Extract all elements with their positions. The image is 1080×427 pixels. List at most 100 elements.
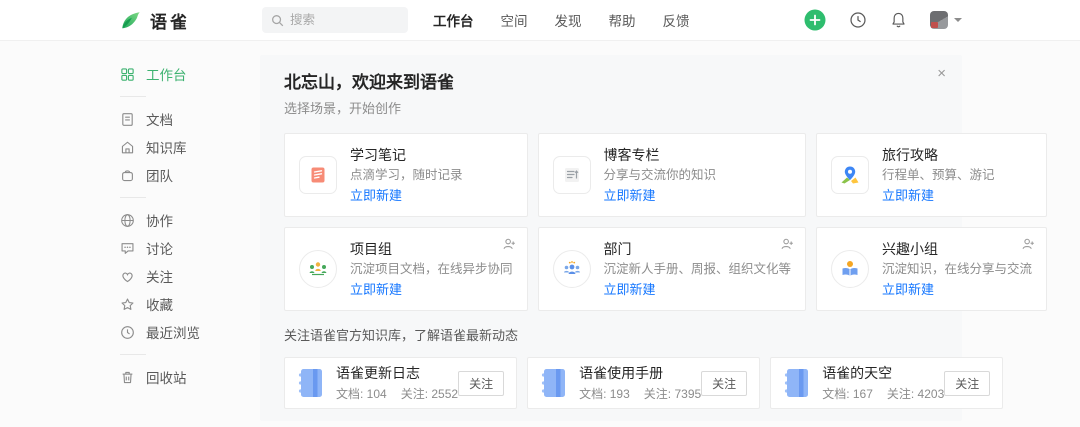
sidebar-item-discussions[interactable]: 讨论 — [120, 234, 270, 262]
follow-card-title: 语雀使用手册 — [579, 364, 664, 381]
sidebar-divider — [120, 197, 146, 198]
follow-card-changelog[interactable]: 语雀更新日志 文档: 104 关注: 2552 关注 — [284, 357, 518, 409]
clock-icon — [120, 325, 135, 340]
scenario-card-blog-column[interactable]: 博客专栏 分享与交流你的知识 立即新建 — [537, 133, 807, 217]
map-pin-icon — [831, 156, 870, 194]
scenario-card-study-notes[interactable]: 学习笔记 点滴学习，随时记录 立即新建 — [284, 133, 528, 217]
scenario-card-department[interactable]: 部门 沉淀新人手册、周报、组织文化等 立即新建 — [537, 227, 807, 311]
card-title: 兴趣小组 — [882, 240, 939, 257]
card-title: 项目组 — [350, 240, 392, 257]
sidebar-item-label: 关注 — [146, 270, 173, 285]
sidebar-item-label: 最近浏览 — [146, 326, 200, 341]
add-member-icon — [1021, 237, 1035, 251]
nav-discover[interactable]: 发现 — [555, 10, 582, 30]
create-now-link[interactable]: 立即新建 — [882, 282, 1032, 298]
scenario-card-travel-guide[interactable]: 旅行攻略 行程单、预算、游记 立即新建 — [816, 133, 1048, 217]
follow-card-stats: 文档: 104 关注: 2552 — [336, 385, 458, 402]
top-header: 语雀 工作台 空间 发现 帮助 反馈 — [0, 0, 1080, 41]
history-clock-icon[interactable] — [849, 11, 867, 29]
create-now-link[interactable]: 立即新建 — [604, 188, 717, 204]
red-notebook-icon — [299, 156, 337, 194]
blue-notebook-icon — [783, 367, 810, 399]
globe-icon — [120, 213, 135, 228]
sidebar-item-label: 知识库 — [146, 141, 187, 156]
docs-count: 文档: 104 — [336, 386, 387, 401]
followers-count: 关注: 2552 — [400, 386, 459, 401]
heart-icon — [120, 269, 135, 284]
card-title: 旅行攻略 — [882, 146, 939, 163]
reader-person-icon — [831, 250, 870, 288]
sidebar-item-teams[interactable]: 团队 — [120, 161, 270, 189]
follow-button[interactable]: 关注 — [701, 370, 748, 396]
org-people-icon — [299, 250, 337, 288]
close-icon[interactable]: × — [937, 66, 946, 81]
nav-workbench[interactable]: 工作台 — [433, 10, 474, 30]
follow-button[interactable]: 关注 — [944, 370, 991, 396]
search-input[interactable] — [290, 13, 399, 27]
followers-count: 关注: 7395 — [643, 386, 702, 401]
sidebar-item-recently-viewed[interactable]: 最近浏览 — [120, 318, 270, 346]
comment-icon — [120, 241, 135, 256]
create-plus-icon[interactable] — [804, 9, 826, 31]
scenario-card-grid: 学习笔记 点滴学习，随时记录 立即新建 博客专栏 分享与交流你的知识 立即新建 — [284, 133, 1048, 311]
sidebar-item-following[interactable]: 关注 — [120, 262, 270, 290]
nav-feedback[interactable]: 反馈 — [663, 10, 690, 30]
sidebar-item-trash[interactable]: 回收站 — [120, 363, 270, 391]
follow-button[interactable]: 关注 — [458, 370, 505, 396]
add-member-icon — [502, 237, 516, 251]
sidebar-item-label: 文档 — [146, 113, 173, 128]
sidebar-item-workbench[interactable]: 工作台 — [120, 60, 270, 88]
follow-card-user-manual[interactable]: 语雀使用手册 文档: 193 关注: 7395 关注 — [527, 357, 761, 409]
notifications-bell-icon[interactable] — [890, 11, 907, 29]
sidebar-item-label: 收藏 — [146, 298, 173, 313]
follow-section-title: 关注语雀官方知识库，了解语雀最新动态 — [284, 328, 519, 343]
docs-count: 文档: 167 — [822, 386, 873, 401]
yuque-logo[interactable]: 语雀 — [120, 8, 190, 33]
yuque-bird-icon — [120, 9, 142, 31]
sidebar-item-label: 回收站 — [146, 371, 187, 386]
follow-card-stats: 文档: 167 关注: 4203 — [822, 385, 944, 402]
follow-card-yuque-sky[interactable]: 语雀的天空 文档: 167 关注: 4203 关注 — [770, 357, 1004, 409]
sidebar-item-label: 协作 — [146, 214, 173, 229]
user-avatar[interactable] — [930, 11, 948, 29]
follow-card-title: 语雀更新日志 — [336, 364, 420, 381]
sidebar-divider — [120, 354, 146, 355]
sidebar-item-collaboration[interactable]: 协作 — [120, 206, 270, 234]
logo-text: 语雀 — [150, 12, 190, 32]
trash-icon — [120, 370, 135, 385]
grid-icon — [120, 67, 135, 82]
sidebar-item-label: 工作台 — [146, 68, 187, 83]
add-member-icon — [780, 237, 794, 251]
scenario-card-interest-group[interactable]: 兴趣小组 沉淀知识，在线分享与交流 立即新建 — [816, 227, 1048, 311]
document-icon — [120, 112, 135, 127]
followers-count: 关注: 4203 — [886, 386, 945, 401]
star-icon — [120, 297, 135, 312]
nav-help[interactable]: 帮助 — [609, 10, 636, 30]
caret-down-icon — [954, 18, 962, 22]
department-people-icon — [552, 250, 591, 288]
account-menu[interactable] — [930, 11, 962, 29]
card-title: 博客专栏 — [603, 146, 660, 163]
create-now-link[interactable]: 立即新建 — [882, 188, 995, 204]
sidebar-item-knowledge-base[interactable]: 知识库 — [120, 133, 270, 161]
book-home-icon — [120, 140, 135, 155]
create-now-link[interactable]: 立即新建 — [350, 282, 513, 298]
card-desc: 点滴学习，随时记录 — [350, 167, 463, 182]
scenario-card-project-group[interactable]: 项目组 沉淀项目文档，在线异步协同 立即新建 — [284, 227, 528, 311]
search-icon — [271, 14, 284, 27]
follow-card-stats: 文档: 193 关注: 7395 — [579, 385, 701, 402]
card-title: 学习笔记 — [350, 146, 406, 163]
sidebar-divider — [120, 96, 146, 97]
sidebar-item-favorites[interactable]: 收藏 — [120, 290, 270, 318]
blue-notebook-icon — [297, 367, 324, 399]
sidebar-item-docs[interactable]: 文档 — [120, 105, 270, 133]
create-now-link[interactable]: 立即新建 — [604, 282, 792, 298]
sidebar-item-label: 团队 — [146, 169, 173, 184]
welcome-title: 北忘山，欢迎来到语雀 — [284, 73, 454, 92]
blue-notebook-icon — [540, 367, 567, 399]
nav-spaces[interactable]: 空间 — [501, 10, 528, 30]
card-desc: 行程单、预算、游记 — [882, 167, 995, 182]
search-box[interactable] — [262, 7, 408, 33]
create-now-link[interactable]: 立即新建 — [350, 188, 463, 204]
card-desc: 分享与交流你的知识 — [603, 167, 717, 182]
